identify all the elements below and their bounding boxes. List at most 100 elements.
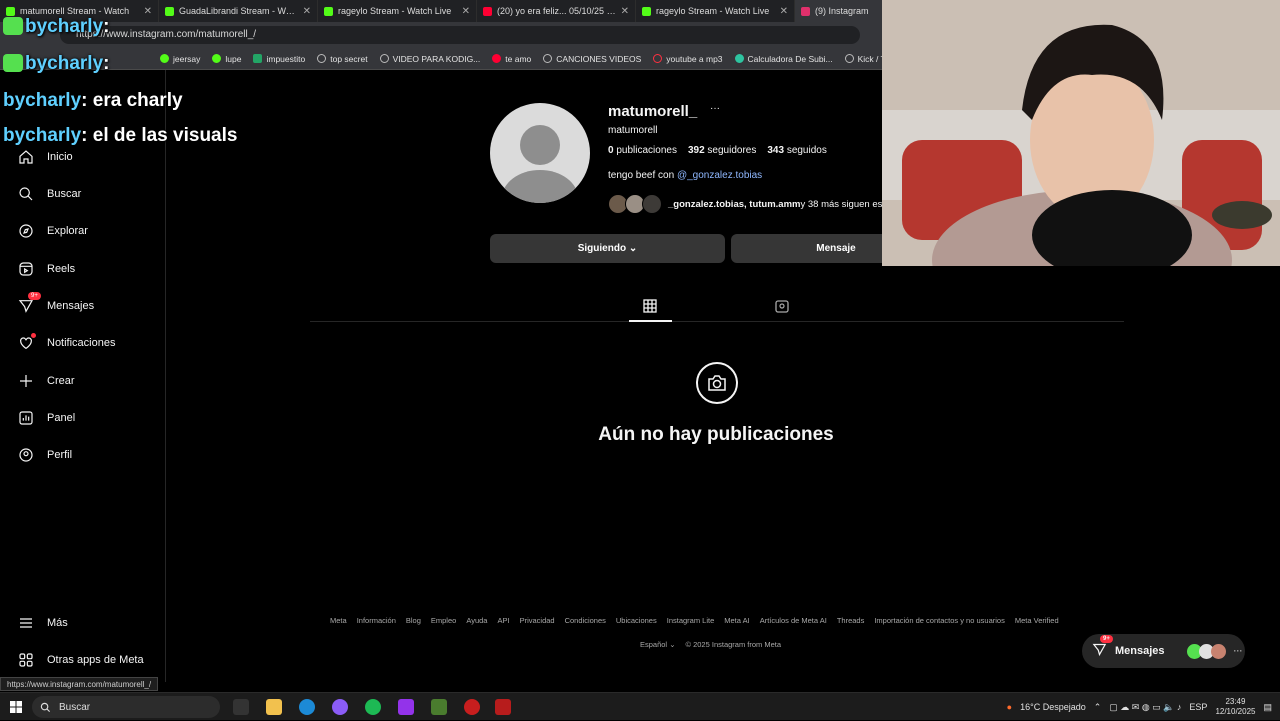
chevron-up-icon[interactable]: ⌃ — [1094, 702, 1102, 713]
footer-link[interactable]: Meta AI — [724, 616, 749, 625]
footer-link[interactable]: Instagram Lite — [667, 616, 715, 625]
sidebar-item-panel[interactable]: Panel — [18, 410, 75, 426]
youtube-favicon-icon — [483, 6, 492, 16]
chat-line: bycharly: — [3, 16, 109, 38]
footer-link[interactable]: Meta Verified — [1015, 616, 1059, 625]
footer-link[interactable]: Condiciones — [565, 616, 606, 625]
close-tab-icon[interactable]: ✕ — [462, 6, 470, 17]
spotify-icon[interactable] — [365, 699, 381, 715]
canva-icon[interactable] — [398, 699, 414, 715]
sidebar-item-otras-apps[interactable]: Otras apps de Meta — [18, 652, 144, 668]
footer-link[interactable]: Threads — [837, 616, 865, 625]
bookmark[interactable]: jeersay — [160, 54, 200, 64]
close-tab-icon[interactable]: ✕ — [621, 6, 629, 17]
bookmark[interactable]: youtube a mp3 — [653, 54, 723, 64]
address-bar[interactable]: https://www.instagram.com/matumorell_/ — [60, 26, 860, 44]
profile-full-name: matumorell — [608, 125, 658, 136]
footer-link[interactable]: Meta — [330, 616, 347, 625]
bookmark[interactable]: te amo — [492, 54, 531, 64]
bio-mention-link[interactable]: @_gonzalez.tobias — [677, 170, 762, 181]
menu-icon — [20, 618, 32, 628]
messenger-icon — [18, 300, 34, 313]
edge-icon[interactable] — [299, 699, 315, 715]
address-bar-row: https://www.instagram.com/matumorell_/ — [0, 22, 882, 48]
sidebar-item-notificaciones[interactable]: Notificaciones — [18, 333, 115, 351]
followed-by[interactable]: _gonzalez.tobias, tutum.amm y 38 más sig… — [608, 194, 890, 214]
close-tab-icon[interactable]: ✕ — [303, 6, 311, 17]
browser-tab[interactable]: rageylo Stream - Watch Live ✕ — [636, 0, 795, 22]
unread-dot — [31, 333, 36, 338]
profile-avatar[interactable] — [490, 103, 590, 203]
messages-badge: 9+ — [1100, 635, 1113, 643]
browser-tab-active[interactable]: (9) Instagram — [795, 0, 882, 22]
bookmark[interactable]: Calculadora De Subi... — [734, 54, 833, 64]
taskbar-search[interactable]: Buscar — [32, 696, 220, 718]
options-more-icon[interactable]: ··· — [710, 103, 720, 114]
file-explorer-icon[interactable] — [266, 699, 282, 715]
active-tab-indicator — [629, 320, 672, 322]
footer-link[interactable]: API — [497, 616, 509, 625]
sidebar-item-explorar[interactable]: Explorar — [18, 223, 88, 239]
close-tab-icon[interactable]: ✕ — [144, 6, 152, 17]
footer-link[interactable]: Información — [357, 616, 396, 625]
messages-pill[interactable]: 9+ Mensajes ··· — [1082, 634, 1245, 668]
weather-text[interactable]: 16°C Despejado — [1020, 702, 1086, 712]
sidebar-item-crear[interactable]: Crear — [18, 373, 75, 389]
bookmark[interactable]: top secret — [317, 54, 368, 64]
instagram-favicon-icon — [801, 6, 810, 16]
kick-favicon-icon — [6, 6, 15, 16]
messenger-icon: 9+ — [1092, 635, 1113, 660]
footer-link[interactable]: Empleo — [431, 616, 456, 625]
profile-stats: 0 publicaciones 392 seguidores 343 segui… — [608, 145, 827, 156]
app-icon[interactable] — [464, 699, 480, 715]
browser-tab[interactable]: rageylo Stream - Watch Live ✕ — [318, 0, 477, 22]
footer-link[interactable]: Blog — [406, 616, 421, 625]
bookmark[interactable]: CANCIONES VIDEOS — [543, 54, 641, 64]
footer-link[interactable]: Artículos de Meta AI — [760, 616, 827, 625]
footer-link[interactable]: Importación de contactos y no usuarios — [874, 616, 1005, 625]
language-indicator[interactable]: ESP — [1189, 702, 1207, 712]
kick-bookmark-icon — [212, 54, 222, 63]
posts-count: 0 publicaciones — [608, 145, 677, 156]
footer-link[interactable]: Ubicaciones — [616, 616, 657, 625]
language-select[interactable]: Español ⌄ — [640, 640, 675, 649]
app-icon[interactable] — [495, 699, 511, 715]
sidebar-item-buscar[interactable]: Buscar — [18, 186, 81, 202]
followers-count[interactable]: 392 seguidores — [688, 145, 756, 156]
browser-tab[interactable]: GuadaLibrandi Stream - Watc ✕ — [159, 0, 318, 22]
windows-start-icon[interactable] — [10, 701, 22, 713]
sidebar-item-reels[interactable]: Reels — [18, 261, 75, 277]
kick-favicon-icon — [642, 6, 651, 16]
default-avatar-icon — [502, 125, 578, 203]
notifications-icon[interactable]: ▤ — [1263, 702, 1272, 713]
browser-tab[interactable]: (20) yo era feliz... 05/10/25 - YouT✕ — [477, 0, 636, 22]
footer-link[interactable]: Ayuda — [466, 616, 487, 625]
reels-icon — [19, 262, 33, 276]
sidebar-item-mas[interactable]: Más — [18, 615, 68, 631]
clock[interactable]: 23:49 12/10/2025 — [1215, 697, 1255, 717]
bookmark[interactable]: VIDEO PARA KODIG... — [379, 54, 480, 64]
tray-icons[interactable]: ▢ ☁ ✉ ◍ ▭ 🔈 ♪ — [1109, 702, 1181, 713]
plus-icon — [20, 375, 32, 387]
tabs-divider — [310, 321, 1124, 322]
messenger-app-icon[interactable] — [332, 699, 348, 715]
globe-icon — [543, 54, 553, 63]
home-icon — [19, 150, 33, 164]
follower-avatar — [642, 194, 662, 214]
minecraft-icon[interactable] — [431, 699, 447, 715]
sidebar-item-perfil[interactable]: Perfil — [18, 447, 72, 463]
bookmark[interactable]: lupe — [212, 54, 241, 64]
chat-badge-icon — [3, 17, 23, 35]
following-button[interactable]: Siguiendo ⌄ — [490, 234, 725, 263]
bookmark[interactable]: impuestito — [253, 54, 305, 64]
tagged-tab-icon[interactable] — [775, 299, 789, 313]
sidebar-item-inicio[interactable]: Inicio — [18, 149, 73, 165]
compass-icon — [19, 224, 33, 238]
footer-link[interactable]: Privacidad — [520, 616, 555, 625]
chat-line: bycharly: el de las visuals — [3, 125, 238, 146]
task-view-icon[interactable] — [233, 699, 249, 715]
close-tab-icon[interactable]: ✕ — [780, 6, 788, 17]
grid-tab-icon[interactable] — [643, 299, 657, 313]
following-count[interactable]: 343 seguidos — [767, 145, 827, 156]
sidebar-item-mensajes[interactable]: 9+ Mensajes — [18, 292, 94, 314]
